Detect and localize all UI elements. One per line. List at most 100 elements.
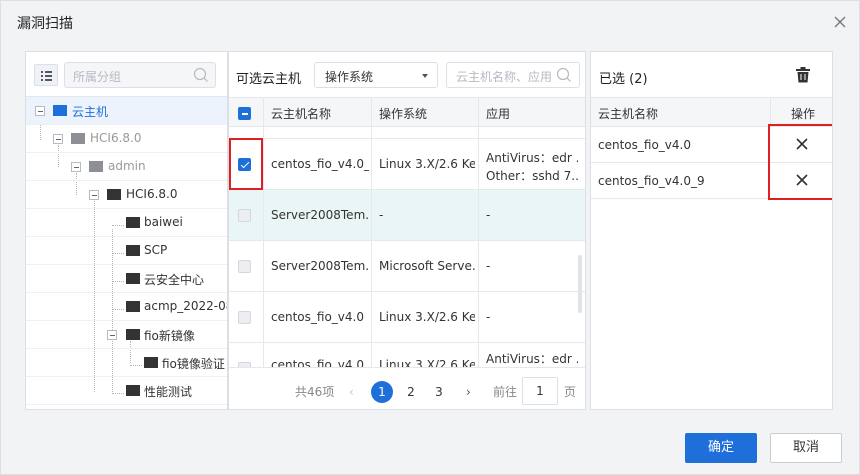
- folder-icon: [126, 217, 140, 228]
- select-all-checkbox[interactable]: [238, 107, 251, 120]
- vm-name-cell: centos_fio_v4.0_9: [271, 157, 369, 171]
- selected-vm-name: centos_fio_v4.0_9: [598, 174, 705, 188]
- folder-icon: [71, 133, 85, 144]
- tree-node-hci680-sub[interactable]: HCI6.8.0: [26, 181, 227, 209]
- vm-table-header: 云主机名称 操作系统 应用: [229, 97, 585, 127]
- column-header-os: 操作系统: [379, 107, 428, 121]
- folder-icon: [126, 385, 140, 396]
- next-page-icon[interactable]: ›: [466, 385, 471, 399]
- folder-icon: [126, 329, 140, 340]
- folder-icon: [126, 301, 140, 312]
- column-header-action: 操作: [791, 107, 816, 121]
- os-cell: Linux 3.X/2.6 Ke...: [379, 358, 475, 367]
- collapse-icon[interactable]: [35, 106, 45, 116]
- collapse-icon[interactable]: [53, 134, 63, 144]
- confirm-button[interactable]: 确定: [685, 433, 757, 463]
- folder-icon: [126, 273, 140, 284]
- pagination: 共46项 ‹ 1 2 3 › 前往 1 页: [229, 367, 585, 409]
- table-row[interactable]: centos_fio_v4.0_7 Linux 3.X/2.6 Ke... An…: [229, 343, 585, 367]
- tree-node-label: 云安全中心: [144, 273, 205, 287]
- row-checkbox[interactable]: [238, 209, 251, 222]
- column-header-app: 应用: [486, 107, 511, 121]
- tree-node-cloud-host[interactable]: 云主机: [26, 97, 227, 125]
- tree-node-fio-image-verify[interactable]: fio镜像验证: [26, 349, 227, 377]
- app-cell-line2: Other：sshd 7....: [486, 169, 578, 183]
- tree-node-baiwei[interactable]: baiwei: [26, 209, 227, 237]
- table-row[interactable]: centos_fio_v4.0_9 Linux 3.X/2.6 Ke... An…: [229, 139, 585, 190]
- os-cell: Linux 3.X/2.6 Ke...: [379, 310, 475, 324]
- tree-node-label: admin: [108, 159, 146, 173]
- tree-node-acmp[interactable]: acmp_2022-08-: [26, 293, 227, 321]
- os-filter-value: 操作系统: [325, 70, 374, 84]
- column-header-vm-name: 云主机名称: [598, 107, 659, 121]
- selected-row: centos_fio_v4.0_9: [591, 163, 832, 199]
- remove-icon[interactable]: [796, 174, 808, 186]
- page-3-button[interactable]: 3: [428, 381, 450, 403]
- tree-node-label: 云主机: [72, 105, 109, 119]
- cancel-button[interactable]: 取消: [770, 433, 842, 463]
- collapse-icon[interactable]: [71, 162, 81, 172]
- os-cell: Linux 3.X/2.6 Ke...: [379, 157, 475, 171]
- selected-table-header: 云主机名称 操作: [591, 97, 832, 127]
- vm-name-cell: Server2008Tem...: [271, 208, 369, 222]
- tree-node-fio-image[interactable]: fio新镜像: [26, 321, 227, 349]
- trash-icon[interactable]: [796, 67, 810, 83]
- table-scrollbar[interactable]: [578, 255, 582, 313]
- close-icon[interactable]: [833, 15, 847, 29]
- vm-name-cell: Server2008Tem...: [271, 259, 369, 273]
- tree-node-cloud-security-center[interactable]: 云安全中心: [26, 265, 227, 293]
- os-filter-select[interactable]: 操作系统: [314, 62, 438, 88]
- folder-icon: [126, 245, 140, 256]
- vm-search-input[interactable]: 云主机名称、应用: [446, 62, 580, 88]
- row-checkbox[interactable]: [238, 158, 251, 171]
- tree-view-icon[interactable]: [34, 64, 58, 86]
- folder-icon: [53, 105, 67, 116]
- group-search-placeholder: 所属分组: [73, 70, 122, 84]
- tree-node-hci680[interactable]: HCI6.8.0: [26, 125, 227, 153]
- table-row[interactable]: centos_fio_v4.0 Linux 3.X/2.6 Ke... -: [229, 292, 585, 343]
- search-icon[interactable]: [193, 67, 209, 83]
- tree-node-scp[interactable]: SCP: [26, 237, 227, 265]
- os-cell: -: [379, 208, 384, 222]
- page-2-button[interactable]: 2: [400, 381, 422, 403]
- tree-node-perf-test[interactable]: 性能测试: [26, 377, 227, 405]
- column-header-vm-name: 云主机名称: [271, 107, 332, 121]
- vm-search-placeholder: 云主机名称、应用: [456, 70, 553, 84]
- page-1-button[interactable]: 1: [371, 381, 393, 403]
- collapse-icon[interactable]: [89, 190, 99, 200]
- table-row[interactable]: Server2008Tem... Microsoft Serve... -: [229, 241, 585, 292]
- search-icon[interactable]: [556, 67, 572, 83]
- tree-node-admin[interactable]: admin: [26, 153, 227, 181]
- table-row[interactable]: Server2008Tem... - -: [229, 190, 585, 241]
- folder-icon: [107, 189, 121, 200]
- tree-node-label: fio镜像验证: [162, 357, 225, 371]
- tree-node-label: HCI6.8.0: [90, 131, 142, 145]
- vm-name-cell: centos_fio_v4.0_7: [271, 358, 369, 367]
- tree-node-label: fio新镜像: [144, 329, 195, 343]
- vm-table-body: centos_fio_v4.0_9 Linux 3.X/2.6 Ke... An…: [229, 127, 585, 367]
- app-cell: -: [486, 259, 491, 273]
- tree-node-label: SCP: [144, 243, 168, 257]
- dialog-title: 漏洞扫描: [17, 16, 73, 32]
- app-cell: AntiVirus：edr ...: [486, 352, 578, 366]
- prev-page-icon[interactable]: ‹: [349, 385, 354, 399]
- selected-vm-panel: 已选 (2) 云主机名称 操作 centos_fio_v4.0 centos_f…: [590, 51, 833, 410]
- app-cell: -: [486, 208, 491, 222]
- available-vm-label: 可选云主机: [236, 72, 302, 87]
- available-vm-panel: 可选云主机 操作系统 云主机名称、应用 云主机名称 操作系统 应用 centos…: [228, 51, 586, 410]
- row-checkbox[interactable]: [238, 260, 251, 273]
- folder-icon: [89, 161, 103, 172]
- tree-node-label: acmp_2022-08-: [144, 299, 227, 313]
- row-checkbox[interactable]: [238, 311, 251, 324]
- group-search-input[interactable]: 所属分组: [64, 62, 216, 88]
- vm-name-cell: centos_fio_v4.0: [271, 310, 364, 324]
- remove-icon[interactable]: [796, 138, 808, 150]
- collapse-icon[interactable]: [107, 330, 117, 340]
- os-cell: Microsoft Serve...: [379, 259, 475, 273]
- chevron-down-icon: [422, 74, 428, 78]
- selected-row: centos_fio_v4.0: [591, 127, 832, 163]
- selected-vm-name: centos_fio_v4.0: [598, 138, 691, 152]
- folder-icon: [144, 357, 158, 368]
- app-cell: -: [486, 310, 491, 324]
- goto-page-input[interactable]: 1: [522, 377, 558, 405]
